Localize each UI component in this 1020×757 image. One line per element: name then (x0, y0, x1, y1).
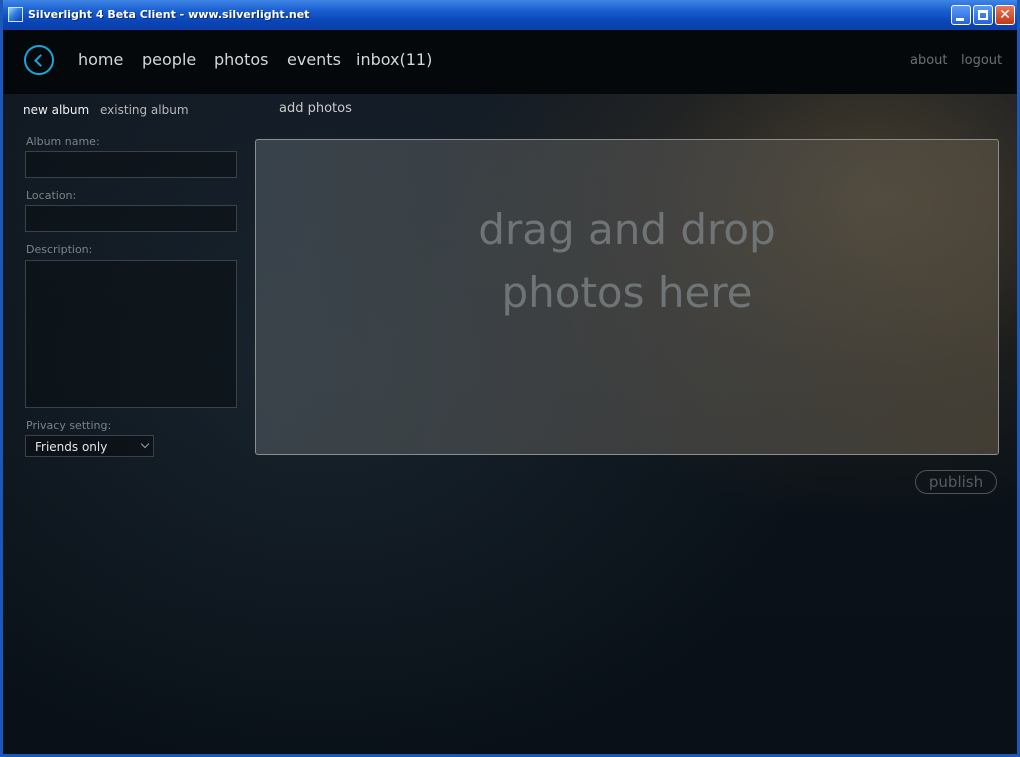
chevron-down-icon (140, 439, 150, 449)
location-input[interactable] (25, 205, 237, 232)
maximize-button[interactable] (973, 5, 993, 25)
maximize-icon (978, 10, 988, 20)
nav-item-photos[interactable]: photos (214, 50, 268, 69)
drop-zone-line-1: drag and drop (478, 205, 776, 254)
top-navigation: home people photos events inbox(11) abou… (3, 30, 1017, 94)
tab-new-album[interactable]: new album (23, 103, 89, 117)
close-button[interactable]: ✕ (995, 5, 1015, 25)
logout-link[interactable]: logout (961, 53, 1002, 68)
location-label: Location: (26, 189, 77, 202)
nav-item-inbox[interactable]: inbox(11) (356, 50, 432, 69)
silverlight-app-icon (8, 7, 23, 22)
privacy-setting-dropdown[interactable]: Friends only (25, 435, 154, 457)
nav-item-home[interactable]: home (78, 50, 123, 69)
privacy-setting-value: Friends only (35, 440, 108, 454)
add-photos-heading: add photos (279, 101, 352, 116)
close-icon: ✕ (999, 7, 1011, 23)
chevron-left-icon (34, 54, 47, 67)
tab-existing-album[interactable]: existing album (100, 103, 189, 117)
nav-item-events[interactable]: events (287, 50, 341, 69)
drop-zone-line-2: photos here (501, 268, 753, 317)
publish-button[interactable]: publish (915, 470, 997, 494)
minimize-button[interactable] (951, 5, 971, 25)
title-bar[interactable]: Silverlight 4 Beta Client - www.silverli… (3, 0, 1017, 30)
album-name-label: Album name: (26, 135, 100, 148)
back-button[interactable] (24, 45, 54, 75)
window-title: Silverlight 4 Beta Client - www.silverli… (28, 8, 310, 21)
album-name-input[interactable] (25, 151, 237, 178)
app-content: home people photos events inbox(11) abou… (3, 30, 1017, 754)
photo-drop-zone[interactable]: drag and drop photos here (255, 139, 999, 455)
minimize-icon (956, 18, 964, 21)
description-label: Description: (26, 243, 93, 256)
drop-zone-instructions: drag and drop photos here (256, 198, 998, 324)
description-textarea[interactable] (25, 260, 237, 408)
nav-item-people[interactable]: people (142, 50, 196, 69)
privacy-setting-label: Privacy setting: (26, 419, 112, 432)
about-link[interactable]: about (910, 53, 948, 68)
app-window: Silverlight 4 Beta Client - www.silverli… (0, 0, 1020, 757)
